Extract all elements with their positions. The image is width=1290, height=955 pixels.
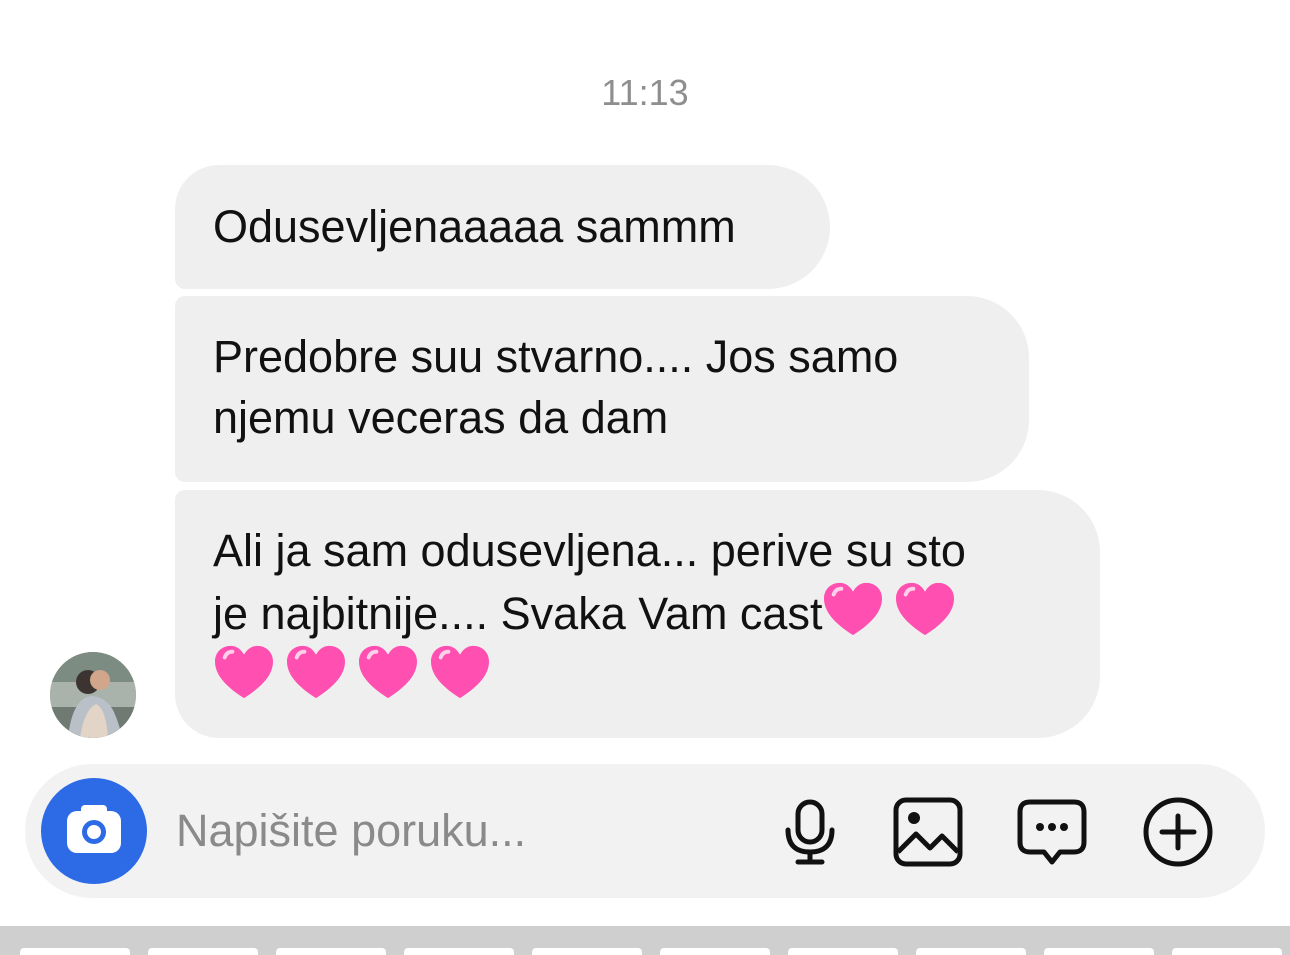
- microphone-icon[interactable]: [774, 796, 846, 868]
- message-text: je najbitnije.... Svaka Vam cast: [213, 588, 823, 639]
- message-timestamp: 11:13: [601, 72, 689, 113]
- camera-button[interactable]: [41, 778, 147, 884]
- message-bubble[interactable]: Predobre suu stvarno.... Jos samo njemu …: [175, 296, 1029, 482]
- pink-heart-icon: [287, 645, 345, 699]
- pink-heart-icon: [824, 582, 883, 636]
- message-bubble[interactable]: Ali ja sam odusevljena... perive su sto …: [175, 490, 1100, 738]
- keyboard-key: [788, 948, 898, 955]
- heart-emoji-group: [822, 581, 966, 644]
- message-text-line: njemu veceras da dam: [213, 392, 669, 443]
- message-text-line: Predobre suu stvarno.... Jos samo: [213, 331, 899, 382]
- message-bubble[interactable]: Odusevljenaaaaa sammm: [175, 165, 830, 289]
- plus-icon[interactable]: [1142, 796, 1214, 868]
- keyboard-key: [148, 948, 258, 955]
- heart-emoji-group: [213, 644, 501, 707]
- keyboard-key: [276, 948, 386, 955]
- pink-heart-icon: [215, 645, 273, 699]
- message-text: Odusevljenaaaaa sammm: [213, 201, 736, 252]
- keyboard-key: [1044, 948, 1154, 955]
- keyboard-key: [916, 948, 1026, 955]
- message-input[interactable]: [176, 800, 736, 862]
- keyboard-key: [532, 948, 642, 955]
- pink-heart-icon: [896, 582, 955, 636]
- avatar[interactable]: [50, 652, 136, 738]
- message-text-line: Ali ja sam odusevljena... perive su sto: [213, 525, 966, 576]
- message-text-line: je najbitnije.... Svaka Vam cast: [213, 581, 1100, 644]
- camera-icon: [67, 805, 121, 853]
- keyboard-key: [1172, 948, 1282, 955]
- message-text-line: [213, 644, 1100, 707]
- pink-heart-icon: [431, 645, 489, 699]
- keyboard-key: [20, 948, 130, 955]
- image-icon[interactable]: [892, 796, 964, 868]
- avatar-photo: [50, 652, 136, 738]
- sticker-chat-icon[interactable]: [1016, 796, 1088, 868]
- keyboard-key: [404, 948, 514, 955]
- pink-heart-icon: [359, 645, 417, 699]
- keyboard-key: [660, 948, 770, 955]
